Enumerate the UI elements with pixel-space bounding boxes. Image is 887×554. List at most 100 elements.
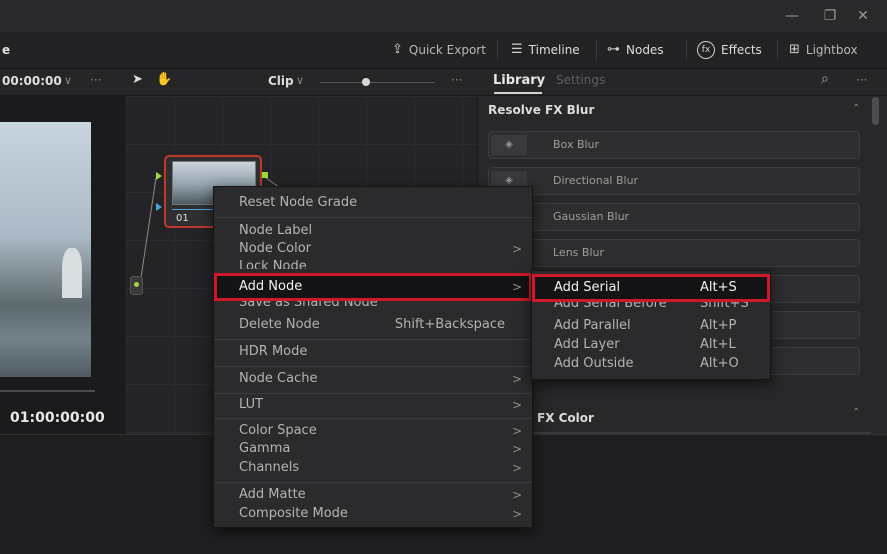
menu-lock-node[interactable]: Lock Node bbox=[214, 257, 532, 269]
fx-item-gaussian-blur[interactable]: ◈ Gaussian Blur bbox=[488, 203, 860, 231]
timecode-dropdown-icon[interactable]: ∨ bbox=[64, 74, 72, 87]
search-icon[interactable]: ⌕ bbox=[821, 71, 829, 87]
shortcut-label: Alt+O bbox=[700, 356, 739, 371]
fx-item-label: Directional Blur bbox=[553, 174, 639, 187]
pointer-tool-icon[interactable]: ➤ bbox=[132, 72, 143, 87]
menu-color-space[interactable]: Color Space > bbox=[214, 421, 532, 441]
tab-settings[interactable]: Settings bbox=[556, 73, 605, 87]
submenu-arrow-icon: > bbox=[511, 242, 522, 256]
menu-add-layer[interactable]: Add Layer Alt+L bbox=[532, 335, 770, 355]
restore-button[interactable]: ❐ bbox=[820, 6, 840, 26]
submenu-arrow-icon: > bbox=[511, 507, 522, 521]
effects-label: Effects bbox=[721, 43, 762, 57]
menu-reset-node-grade[interactable]: Reset Node Grade bbox=[214, 193, 532, 213]
menu-channels[interactable]: Channels > bbox=[214, 458, 532, 478]
menu-node-label[interactable]: Node Label bbox=[214, 221, 532, 241]
quick-export-button[interactable]: ⇪ Quick Export bbox=[392, 41, 486, 59]
graph-options-icon[interactable]: ··· bbox=[451, 73, 462, 87]
collapse-color-icon[interactable]: ⌃ bbox=[852, 407, 860, 418]
menu-add-outside[interactable]: Add Outside Alt+O bbox=[532, 354, 770, 374]
grid-icon: ⊞ bbox=[789, 42, 800, 57]
menu-delete-node[interactable]: Delete Node Shift+Backspace bbox=[214, 315, 532, 335]
timeline-button[interactable]: ☰ Timeline bbox=[511, 41, 580, 59]
menu-add-matte[interactable]: Add Matte > bbox=[214, 485, 532, 505]
menu-separator bbox=[214, 339, 532, 340]
menu-save-shared-node[interactable]: Save as Shared Node bbox=[214, 301, 532, 311]
menu-node-color[interactable]: Node Color > bbox=[214, 239, 532, 259]
submenu-arrow-icon: > bbox=[511, 280, 522, 294]
menu-separator bbox=[214, 393, 532, 394]
timeline-icon: ☰ bbox=[511, 42, 523, 57]
section-fx-color[interactable]: FX Color bbox=[537, 411, 594, 425]
menu-separator bbox=[214, 217, 532, 218]
submenu-arrow-icon: > bbox=[511, 488, 522, 502]
timeline-label: Timeline bbox=[528, 43, 580, 57]
submenu-arrow-icon: > bbox=[511, 442, 522, 456]
fx-item-directional-blur[interactable]: ◈ Directional Blur bbox=[488, 167, 860, 195]
viewer-options-icon[interactable]: ··· bbox=[90, 73, 101, 87]
section-resolve-fx-blur[interactable]: Resolve FX Blur bbox=[488, 103, 594, 117]
close-button[interactable]: ✕ bbox=[853, 6, 873, 26]
lightbox-button[interactable]: ⊞ Lightbox bbox=[789, 41, 858, 59]
nodes-button[interactable]: ⊶ Nodes bbox=[607, 41, 664, 59]
hand-tool-icon[interactable]: ✋ bbox=[156, 72, 172, 87]
node-rgb-input-icon[interactable] bbox=[156, 172, 162, 180]
tab-library-underline bbox=[494, 92, 542, 94]
add-node-submenu: Add Serial Alt+S Add Serial Before Shift+S… bbox=[531, 270, 771, 380]
zoom-slider-handle[interactable] bbox=[362, 78, 370, 86]
menu-separator bbox=[214, 482, 532, 483]
minimize-button[interactable]: — bbox=[782, 6, 802, 26]
library-options-icon[interactable]: ··· bbox=[856, 73, 867, 87]
toolbar-divider bbox=[686, 40, 687, 60]
source-input-port[interactable] bbox=[130, 276, 143, 295]
menu-separator bbox=[214, 418, 532, 419]
export-icon: ⇪ bbox=[392, 42, 403, 57]
fx-icon: fx bbox=[697, 41, 715, 59]
node-context-menu: Reset Node Grade Node Label Node Color > … bbox=[213, 186, 533, 528]
shortcut-label: Alt+L bbox=[700, 337, 736, 352]
menu-add-serial-before[interactable]: Add Serial Before Shift+S bbox=[532, 302, 770, 312]
menu-add-serial[interactable]: Add Serial Alt+S bbox=[532, 274, 770, 302]
lightbox-label: Lightbox bbox=[805, 43, 858, 57]
fx-item-label: Gaussian Blur bbox=[553, 210, 630, 223]
fx-item-lens-blur[interactable]: ◈ Lens Blur bbox=[488, 239, 860, 267]
toolbar-divider bbox=[596, 40, 597, 60]
timecode-display[interactable]: 00:00:00 bbox=[2, 74, 62, 88]
node-input-line bbox=[139, 177, 157, 285]
submenu-arrow-icon: > bbox=[511, 424, 522, 438]
shortcut-label: Shift+S bbox=[700, 302, 749, 311]
library-scrollbar[interactable] bbox=[872, 97, 879, 125]
title-bar bbox=[0, 0, 887, 32]
menu-add-node[interactable]: Add Node > bbox=[214, 273, 532, 301]
effects-button[interactable]: fx Effects bbox=[697, 41, 762, 59]
clip-dropdown-icon[interactable]: ∨ bbox=[296, 74, 304, 87]
node-rgb-output-icon[interactable] bbox=[262, 172, 268, 178]
shortcut-label: Alt+S bbox=[700, 280, 737, 295]
clip-mode-label[interactable]: Clip bbox=[268, 74, 294, 88]
menu-separator bbox=[214, 366, 532, 367]
menu-gamma[interactable]: Gamma > bbox=[214, 439, 532, 459]
viewer-scrubber[interactable] bbox=[0, 390, 95, 392]
node-alpha-input-icon[interactable] bbox=[156, 203, 162, 211]
submenu-arrow-icon: > bbox=[511, 398, 522, 412]
fx-item-box-blur[interactable]: ◈ Box Blur bbox=[488, 131, 860, 159]
page-title: e bbox=[2, 43, 11, 57]
viewer-image-building bbox=[62, 248, 82, 298]
zoom-slider-track[interactable] bbox=[320, 82, 435, 83]
blur-icon: ◈ bbox=[491, 135, 527, 155]
menu-lut[interactable]: LUT > bbox=[214, 395, 532, 415]
node-label: 01 bbox=[176, 213, 189, 224]
nodes-icon: ⊶ bbox=[607, 42, 620, 57]
quick-export-label: Quick Export bbox=[408, 43, 486, 57]
tab-library[interactable]: Library bbox=[493, 73, 545, 88]
viewer-timecode: 01:00:00:00 bbox=[10, 410, 105, 426]
toolbar-divider bbox=[777, 40, 778, 60]
menu-node-cache[interactable]: Node Cache > bbox=[214, 369, 532, 389]
menu-hdr-mode[interactable]: HDR Mode bbox=[214, 342, 532, 362]
collapse-blur-icon[interactable]: ⌃ bbox=[852, 103, 860, 114]
menu-composite-mode[interactable]: Composite Mode > bbox=[214, 504, 532, 524]
fx-item-label: Lens Blur bbox=[553, 246, 604, 259]
submenu-arrow-icon: > bbox=[511, 372, 522, 386]
nodes-label: Nodes bbox=[626, 43, 664, 57]
menu-add-parallel[interactable]: Add Parallel Alt+P bbox=[532, 316, 770, 336]
